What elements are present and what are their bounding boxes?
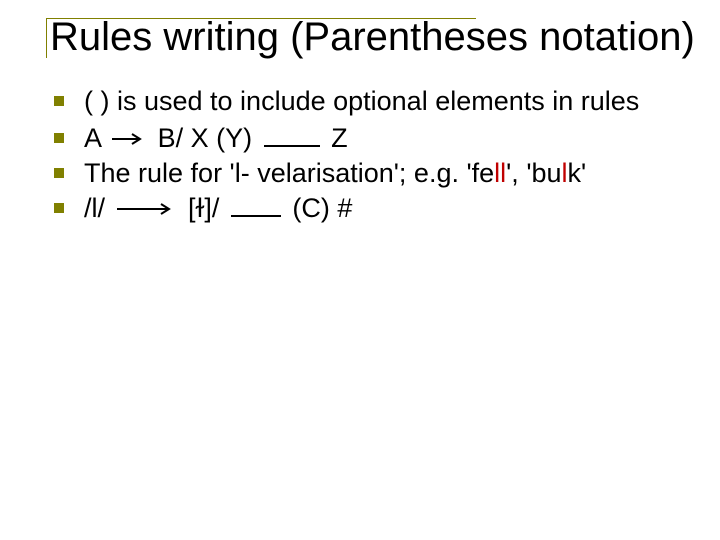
arrow-icon: [117, 202, 175, 216]
desc-pre: The rule for 'l- velarisation'; e.g. 'fe: [84, 158, 494, 188]
slide: Rules writing (Parentheses notation) ( )…: [0, 0, 720, 540]
rule-rhs: [ɫ]/: [188, 193, 227, 223]
schema-rhs: B/ X (Y): [158, 123, 253, 153]
slide-title: Rules writing (Parentheses notation): [38, 14, 696, 60]
rule-tail: (C) #: [292, 193, 352, 223]
desc-mid: ', 'bu: [506, 158, 561, 188]
desc-post: k': [568, 158, 587, 188]
bullet-example-desc: The rule for 'l- velarisation'; e.g. 'fe…: [48, 156, 696, 191]
title-block: Rules writing (Parentheses notation): [24, 14, 696, 60]
bullet-rule: /l/ [ɫ]/ (C) #: [48, 191, 696, 226]
title-rule-left: [46, 18, 47, 58]
blank-slot: [231, 195, 281, 217]
bullet-group-2: The rule for 'l- velarisation'; e.g. 'fe…: [48, 156, 696, 191]
rule-lhs: /l/: [84, 193, 105, 223]
schema-tail: Z: [331, 123, 348, 153]
bullet-schema: A B/ X (Y) Z: [48, 121, 696, 156]
schema-lhs: A: [84, 123, 101, 153]
bullet-group-3: /l/ [ɫ]/ (C) #: [48, 191, 696, 226]
bullet-definition: ( ) is used to include optional elements…: [48, 84, 696, 119]
blank-slot: [264, 125, 320, 147]
desc-red-1: ll: [494, 158, 506, 188]
arrow-icon: [112, 132, 144, 146]
title-rule-top: [46, 18, 476, 19]
bullet-group-1: ( ) is used to include optional elements…: [48, 84, 696, 156]
